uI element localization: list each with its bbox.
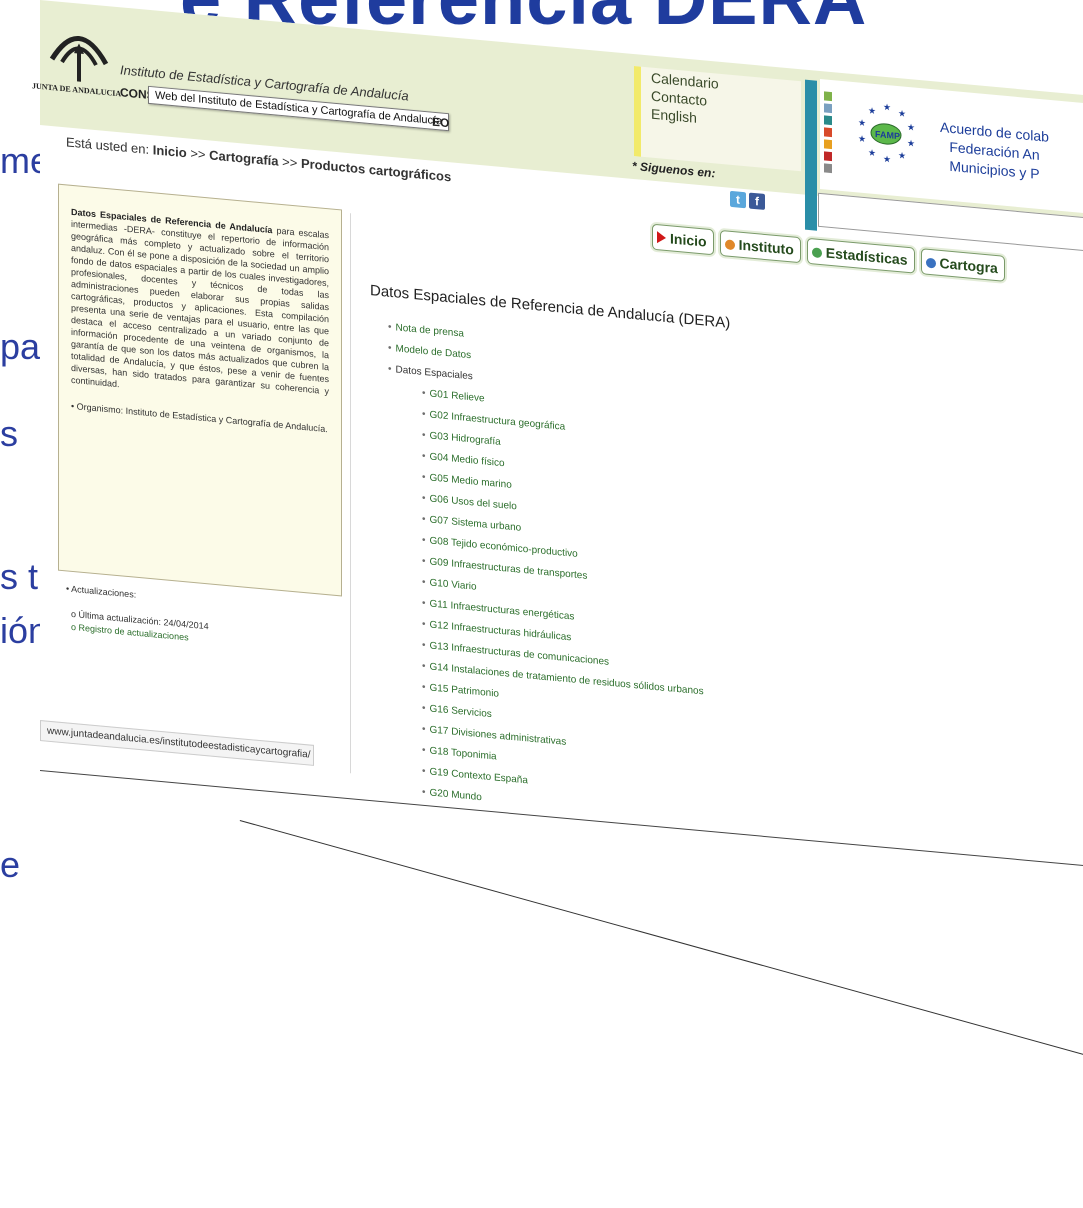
dera-list: • Nota de prensa • Modelo de Datos • Datos …: [388, 317, 704, 829]
svg-text:★: ★: [907, 138, 915, 149]
intro-text: Datos Espaciales de Referencia de Andalu…: [71, 206, 329, 397]
dot-icon: [724, 239, 735, 251]
breadcrumb-item-inicio[interactable]: Inicio: [153, 142, 187, 160]
tab-inicio[interactable]: Inicio: [652, 223, 714, 256]
dot-icon: [925, 257, 936, 269]
svg-text:★: ★: [858, 133, 866, 144]
svg-text:★: ★: [858, 117, 866, 128]
twitter-icon[interactable]: t: [730, 190, 746, 209]
tab-estadisticas[interactable]: Estadísticas: [806, 237, 915, 274]
svg-text:★: ★: [898, 108, 906, 119]
svg-text:★: ★: [907, 122, 915, 133]
social-links: tf: [730, 190, 768, 211]
svg-text:★: ★: [883, 154, 891, 165]
tab-cartografia[interactable]: Cartogra: [920, 248, 1005, 282]
status-bar-url: www.juntadeandalucia.es/institutodeestad…: [40, 720, 314, 766]
slide-text-fragment: e: [0, 844, 21, 885]
tab-instituto[interactable]: Instituto: [719, 229, 801, 264]
breadcrumb-prefix: Está usted en:: [66, 134, 150, 157]
svg-text:FAMP: FAMP: [875, 129, 900, 141]
dataset-groups: • G01 Relieve • G02 Infraestructura geográf…: [422, 383, 704, 829]
svg-text:★: ★: [883, 102, 891, 113]
updates-heading: Actualizaciones:: [71, 583, 137, 600]
list-item: • Datos Espaciales • G01 Relieve • G02 Infra…: [388, 359, 704, 829]
column-divider: [350, 213, 351, 774]
info-panel: Datos Espaciales de Referencia de Andalu…: [58, 183, 342, 597]
consejeria-label-end: EO: [432, 114, 450, 131]
agreement-text: Acuerdo de colab Federación An Municipio…: [940, 118, 1049, 182]
dot-icon: [811, 247, 822, 259]
slide-text-fragment: s: [0, 413, 18, 454]
breadcrumb-item-cartografia[interactable]: Cartografía: [209, 147, 278, 168]
top-links: Calendario Contacto English: [634, 66, 801, 172]
facebook-icon[interactable]: f: [749, 192, 765, 210]
arrow-right-icon: [657, 231, 666, 244]
famp-stars-icon: ★★ ★★ ★★ ★★ ★★ FAMP: [858, 102, 915, 165]
updates-section: • Actualizaciones: o Última actualizació…: [66, 583, 209, 643]
website-screenshot: JUNTA DE ANDALUCIA Instituto de Estadíst…: [32, 0, 1083, 1101]
svg-text:★: ★: [868, 147, 876, 158]
svg-text:★: ★: [898, 150, 906, 161]
svg-text:★: ★: [868, 105, 876, 116]
accent-bar: [805, 79, 817, 231]
